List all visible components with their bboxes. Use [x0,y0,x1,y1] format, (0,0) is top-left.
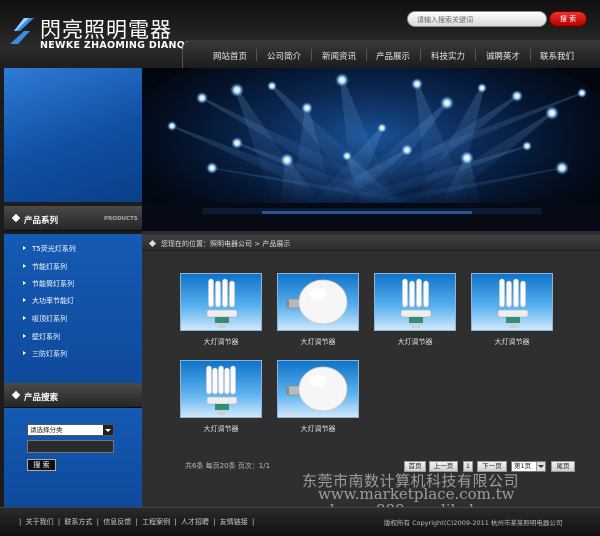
nav-item-news[interactable]: 新闻资讯 [322,50,356,62]
search-section-title: 产品搜索 [24,393,59,403]
sidebar-item-ceiling[interactable]: 吸顶灯系列 [23,314,67,324]
sidebar-item-high-power[interactable]: 大功率节能灯 [23,296,74,306]
nav-separator [256,49,257,61]
arrow-icon [23,281,26,285]
stage-lights-banner [142,68,600,231]
nav-item-careers[interactable]: 诚聘英才 [486,50,520,62]
diamond-icon [11,213,21,223]
category-select[interactable]: 请选择分类 [27,424,114,436]
sidebar-item-triproof[interactable]: 三防灯系列 [23,349,67,359]
product-image[interactable] [180,360,262,418]
diamond-icon [11,390,21,400]
product-caption[interactable]: 大灯调节器 [180,337,262,347]
search-button[interactable]: 搜 索 [549,11,587,27]
footer-links: | 关于我们 | 联系方式 | 信息反馈 | 工程案例 | 人才招聘 | 友情链… [19,518,255,526]
sidebar-item-energy-saving[interactable]: 节能灯系列 [23,262,67,272]
header: 閃亮照明電器 NEWKE ZHAOMING DIANQI 请输入搜索关键词 搜 … [0,0,600,68]
sidebar-item-downlight[interactable]: 节能筒灯系列 [23,279,74,289]
product-image[interactable] [374,273,456,331]
main-nav: 网站首页 公司简介 新闻资讯 产品展示 科技实力 诚聘英才 联系我们 [182,40,600,68]
footer-link-jobs[interactable]: 人才招聘 [181,518,209,526]
nav-item-contact[interactable]: 联系我们 [540,50,574,62]
nav-item-about[interactable]: 公司简介 [267,50,301,62]
product-caption[interactable]: 大灯调节器 [374,337,456,347]
nav-separator [311,49,312,61]
product-card[interactable]: 大灯调节器 [277,273,359,347]
product-card[interactable]: 大灯调节器 [471,273,553,347]
product-card[interactable]: 大灯调节器 [277,360,359,434]
product-caption[interactable]: 大灯调节器 [471,337,553,347]
search-input[interactable]: 请输入搜索关键词 [407,11,547,27]
arrow-icon [23,246,26,250]
product-image[interactable] [180,273,262,331]
nav-separator [366,49,367,61]
arrow-icon [23,298,26,302]
nav-separator [475,49,476,61]
arrow-icon [23,334,26,338]
arrow-icon [23,264,26,268]
search-section-header: 产品搜索 [4,383,142,408]
product-image[interactable] [277,273,359,331]
breadcrumb-text[interactable]: 您现在的位置：照明电器公司 > 产品展示 [161,239,290,249]
products-section-header: 产品系列 PRODUCTS [4,206,142,231]
nav-item-products[interactable]: 产品展示 [376,50,410,62]
arrow-icon [23,351,26,355]
product-search-panel [4,408,142,507]
arrow-icon [23,316,26,320]
nav-separator [530,49,531,61]
footer-link-feedback[interactable]: 信息反馈 [103,518,131,526]
nav-separator [420,49,421,61]
footer-link-about[interactable]: 关于我们 [26,518,54,526]
footer-link-cases[interactable]: 工程案例 [142,518,170,526]
sidebar-item-t5[interactable]: T5荧光灯系列 [23,244,76,254]
nav-item-home[interactable]: 网站首页 [213,50,247,62]
product-image[interactable] [471,273,553,331]
product-card[interactable]: 大灯调节器 [374,273,456,347]
product-card[interactable]: 大灯调节器 [180,360,262,434]
footer: | 关于我们 | 联系方式 | 信息反馈 | 工程案例 | 人才招聘 | 友情链… [0,507,600,536]
product-caption[interactable]: 大灯调节器 [180,424,262,434]
chevron-down-icon [103,425,113,435]
product-search-button[interactable]: 搜 索 [27,459,56,471]
brand-name-en: NEWKE ZHAOMING DIANQI [40,40,190,51]
pager-info: 共6条 每页20条 页次：1/1 [185,462,271,470]
chevron-down-icon [536,462,545,471]
last-page-button[interactable]: 尾页 [551,461,575,472]
breadcrumb: 您现在的位置：照明电器公司 > 产品展示 [142,235,600,251]
products-section-title-en: PRODUCTS [104,216,138,222]
nav-item-technology[interactable]: 科技实力 [431,50,465,62]
sidebar-item-wall[interactable]: 壁灯系列 [23,332,60,342]
copyright: 版权所有 Copyright(C)2009-2011 杭州市某某照明电器公司 [384,519,563,527]
product-category-list [4,234,142,384]
footer-link-contact[interactable]: 联系方式 [64,518,92,526]
products-section-title: 产品系列 [24,216,59,226]
product-image[interactable] [277,360,359,418]
logo-icon [10,18,34,44]
diamond-icon [148,239,157,248]
product-card[interactable]: 大灯调节器 [180,273,262,347]
keyword-input[interactable] [27,440,114,453]
footer-link-friends[interactable]: 友情链接 [220,518,248,526]
product-caption[interactable]: 大灯调节器 [277,337,359,347]
sidebar-decor [4,68,142,202]
product-caption[interactable]: 大灯调节器 [277,424,359,434]
